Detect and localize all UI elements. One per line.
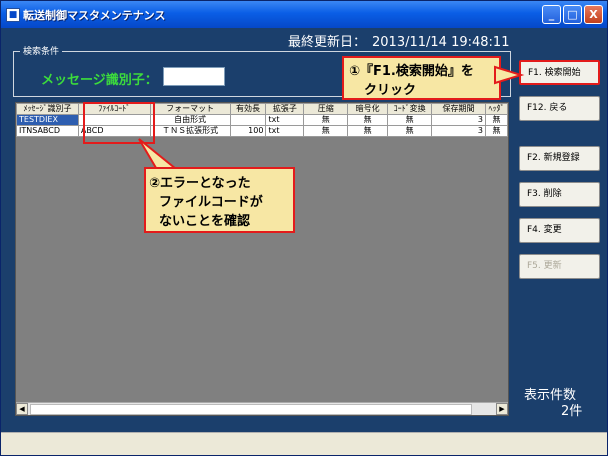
step2-line1: ②エラーとなった <box>149 176 251 191</box>
step2-callout: ②エラーとなった ファイルコードが ないことを確認 <box>144 167 295 233</box>
display-count-value: 2件 <box>561 404 583 419</box>
main-window: ■ 転送制御マスタメンテナンス _ □ X 最終更新日： 2013/11/14 1… <box>0 0 608 456</box>
step2-line3: ないことを確認 <box>159 214 251 229</box>
status-bar <box>1 432 607 455</box>
step2-line2: ファイルコードが <box>159 195 263 210</box>
step1-arrow <box>494 65 525 85</box>
